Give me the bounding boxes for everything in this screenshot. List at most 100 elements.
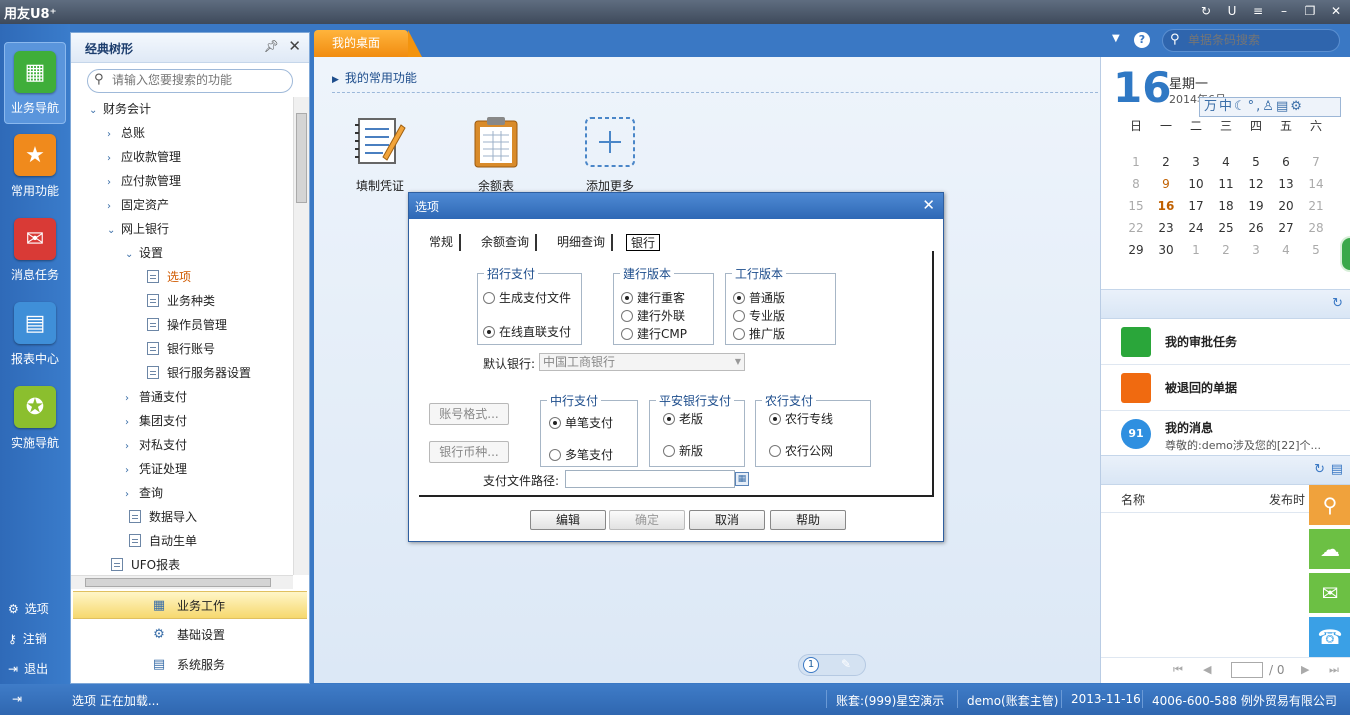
tree-node[interactable]: ⌄ 财务会计 [89, 97, 151, 121]
calendar-day-cell[interactable]: 19 [1241, 195, 1271, 217]
edit-button[interactable]: 编辑 [530, 510, 606, 530]
default-bank-select[interactable]: 中国工商银行 ▼ [539, 353, 745, 371]
calendar-day-cell[interactable]: 4 [1211, 151, 1241, 173]
calendar-day-cell[interactable]: 5 [1241, 151, 1271, 173]
radio-zhaohang-online[interactable]: 在线直联支付 [483, 323, 571, 340]
restore-icon[interactable]: ❐ [1302, 3, 1318, 19]
calendar-day-cell[interactable]: 2 [1211, 239, 1241, 261]
nav-common[interactable]: ★ 常用功能 [4, 126, 66, 208]
page-1-button[interactable]: 1 [803, 657, 819, 673]
tab-business-work[interactable]: ▦ 业务工作 [73, 591, 307, 619]
calendar-day-cell[interactable]: 5 [1301, 239, 1331, 261]
tab-general[interactable]: 常规 [429, 234, 462, 251]
menu-icon[interactable]: ≡ [1250, 3, 1266, 19]
calendar-day-cell[interactable]: 26 [1241, 217, 1271, 239]
radio-pingan-new[interactable]: 新版 [663, 442, 703, 459]
pin-icon[interactable]: 📌︎ [264, 39, 279, 53]
calendar-day-cell[interactable]: 24 [1181, 217, 1211, 239]
tree-node[interactable]: › 集团支付 [125, 409, 187, 433]
calendar-day-cell[interactable]: 18 [1211, 195, 1241, 217]
tree-node[interactable]: › 固定资产 [107, 193, 169, 217]
calendar-day-cell[interactable]: 20 [1271, 195, 1301, 217]
tree-node[interactable]: 业务种类 [147, 289, 215, 313]
tree-node[interactable]: UFO报表 [111, 553, 180, 575]
tree-node[interactable]: › 查询 [125, 481, 163, 505]
radio-nonghang-line[interactable]: 农行专线 [769, 410, 833, 427]
refresh-icon[interactable]: ↻ [1332, 296, 1343, 311]
calendar-day-cell[interactable]: 9 [1151, 173, 1181, 195]
tab-bank[interactable]: 银行 [626, 234, 661, 251]
float-cloud-button[interactable]: ☁ [1309, 529, 1350, 569]
calendar-day-cell[interactable]: 27 [1271, 217, 1301, 239]
function-balance[interactable]: 余额表 [456, 115, 536, 194]
calendar-day-cell[interactable]: 12 [1241, 173, 1271, 195]
tree-node[interactable]: ⌄ 设置 [125, 241, 163, 265]
tab-detail-query[interactable]: 明细查询 [557, 234, 614, 251]
float-service-button[interactable]: ☎ [1309, 617, 1350, 657]
calendar-day-cell[interactable]: 22 [1121, 217, 1151, 239]
tree-node[interactable]: › 总账 [107, 121, 145, 145]
barcode-search-input[interactable] [1188, 33, 1328, 47]
tree-node[interactable]: › 普通支付 [125, 385, 187, 409]
tree-horizontal-scrollbar[interactable] [71, 575, 293, 589]
wrench-icon[interactable]: ✎ [841, 657, 851, 671]
help-button[interactable]: 帮助 [770, 510, 846, 530]
u-logo-icon[interactable]: U [1224, 3, 1240, 19]
calendar-day-cell[interactable]: 13 [1271, 173, 1301, 195]
tree-node[interactable]: › 对私支付 [125, 433, 187, 457]
calendar-day-cell[interactable]: 1 [1181, 239, 1211, 261]
logout-button[interactable]: ⚷ 注销 [8, 630, 47, 647]
chevron-down-icon[interactable]: ▼ [1112, 33, 1120, 44]
tab-balance-query[interactable]: 余额查询 [481, 234, 538, 251]
tree-node[interactable]: › 应收款管理 [107, 145, 181, 169]
task-approval[interactable]: 我的审批任务 [1101, 319, 1350, 365]
calendar-day-cell[interactable]: 14 [1301, 173, 1331, 195]
tree-node[interactable]: › 应付款管理 [107, 169, 181, 193]
nav-messages[interactable]: ✉ 消息任务 [4, 210, 66, 292]
help-icon[interactable]: ? [1134, 32, 1150, 48]
tree-search-input[interactable] [112, 73, 288, 87]
radio-jianhang-cmp[interactable]: 建行CMP [621, 325, 687, 342]
radio-pingan-old[interactable]: 老版 [663, 410, 703, 427]
calendar-day-cell[interactable]: 4 [1271, 239, 1301, 261]
page-input[interactable] [1231, 662, 1263, 678]
barcode-search[interactable]: ⚲ [1162, 29, 1340, 52]
radio-nonghang-public[interactable]: 农行公网 [769, 442, 833, 459]
tab-system-service[interactable]: ▤ 系统服务 [73, 651, 307, 679]
calendar-day-cell[interactable]: 2 [1151, 151, 1181, 173]
radio-zhonghang-multi[interactable]: 多笔支付 [549, 446, 613, 463]
tree-node[interactable]: ⌄ 网上银行 [107, 217, 169, 241]
calendar-day-cell[interactable]: 1 [1121, 151, 1151, 173]
task-returned[interactable]: 被退回的单据 [1101, 365, 1350, 411]
radio-jianhang-vip[interactable]: 建行重客 [621, 289, 685, 306]
float-chat-button[interactable]: ✉ [1309, 573, 1350, 613]
tree-search[interactable]: ⚲ [87, 69, 293, 93]
calendar-day-cell[interactable]: 7 [1301, 151, 1331, 173]
close-icon[interactable]: ✕ [922, 196, 935, 214]
minimize-icon[interactable]: – [1276, 3, 1292, 19]
calendar-day-cell[interactable]: 11 [1211, 173, 1241, 195]
book-icon[interactable]: ▤ [1331, 462, 1343, 477]
calendar-day-cell[interactable]: 8 [1121, 173, 1151, 195]
cancel-button[interactable]: 取消 [689, 510, 765, 530]
calendar-day-cell[interactable]: 21 [1301, 195, 1331, 217]
tree-node[interactable]: › 凭证处理 [125, 457, 187, 481]
tree-node[interactable]: 数据导入 [129, 505, 197, 529]
calendar-day-cell[interactable]: 10 [1181, 173, 1211, 195]
refresh-icon[interactable]: ↻ [1198, 3, 1214, 19]
close-icon[interactable]: ✕ [1328, 3, 1344, 19]
options-button[interactable]: ⚙ 选项 [8, 600, 49, 617]
calendar-day-cell[interactable]: 6 [1271, 151, 1301, 173]
calendar-day-cell[interactable]: 3 [1241, 239, 1271, 261]
calendar-day-cell[interactable]: 3 [1181, 151, 1211, 173]
collapse-icon[interactable]: ⇥ [12, 692, 22, 706]
tree-node[interactable]: 银行服务器设置 [147, 361, 251, 385]
function-voucher[interactable]: 填制凭证 [340, 115, 420, 194]
tab-basic-settings[interactable]: ⚙ 基础设置 [73, 621, 307, 649]
floating-assistant-icon[interactable] [1340, 236, 1350, 272]
calendar-day-cell[interactable]: 17 [1181, 195, 1211, 217]
tree-node[interactable]: 自动生单 [129, 529, 197, 553]
pay-path-input[interactable] [565, 470, 735, 488]
nav-implement[interactable]: ✪ 实施导航 [4, 378, 66, 460]
prev-page-icon[interactable]: ◀ [1203, 663, 1211, 676]
